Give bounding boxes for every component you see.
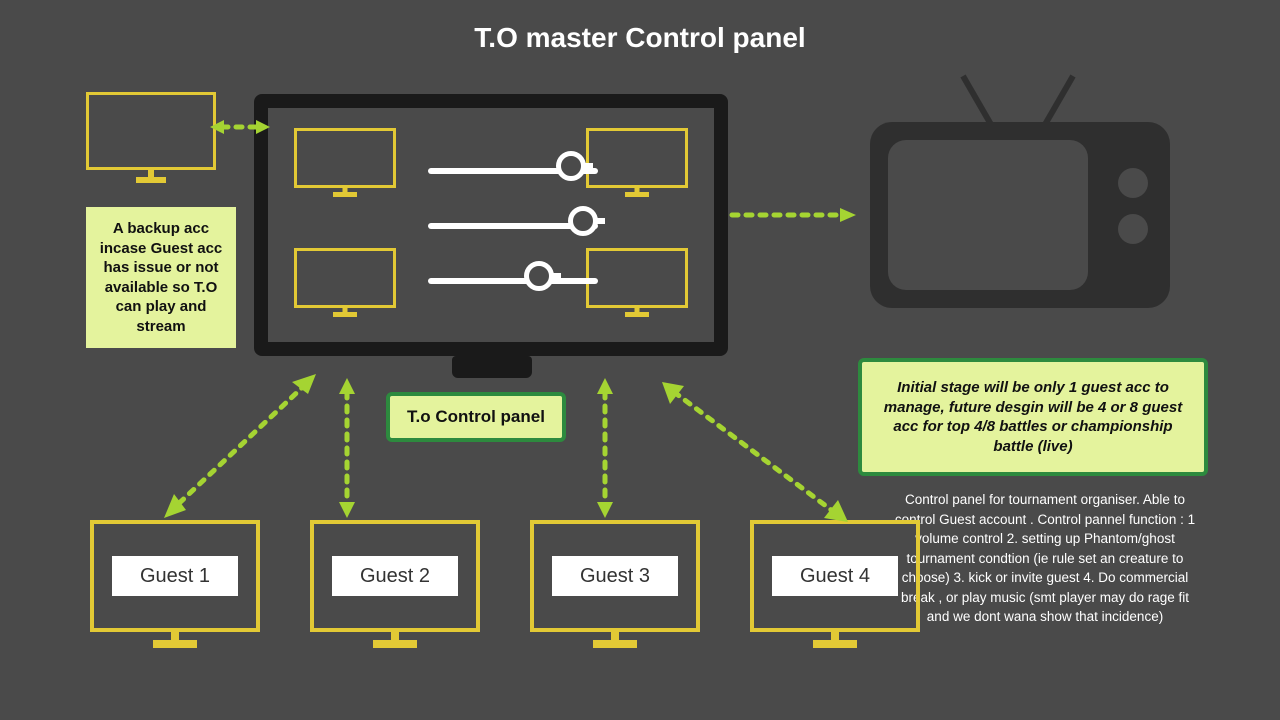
guest-label: Guest 1	[112, 556, 238, 596]
initial-stage-note: Initial stage will be only 1 guest acc t…	[858, 358, 1208, 476]
guest-monitor: Guest 4	[750, 520, 920, 632]
tv-icon	[870, 86, 1170, 308]
arrow-icon	[332, 378, 362, 518]
guest-label: Guest 4	[772, 556, 898, 596]
thumb-icon	[294, 128, 396, 188]
slider-icon	[428, 168, 598, 174]
slider-icon	[428, 223, 598, 229]
thumb-icon	[586, 248, 688, 308]
arrow-icon	[158, 372, 318, 522]
master-monitor-stand	[452, 356, 532, 378]
guest-monitor: Guest 1	[90, 520, 260, 632]
guest-label: Guest 2	[332, 556, 458, 596]
thumb-icon	[294, 248, 396, 308]
slider-icon	[428, 278, 598, 284]
guest-monitor: Guest 2	[310, 520, 480, 632]
guest-monitor: Guest 3	[530, 520, 700, 632]
control-panel-label: T.o Control panel	[386, 392, 566, 442]
backup-note: A backup acc incase Guest acc has issue …	[86, 207, 236, 348]
arrow-icon	[726, 200, 856, 230]
arrow-icon	[660, 378, 850, 528]
backup-monitor-icon	[86, 92, 216, 170]
master-monitor	[254, 94, 728, 356]
page-title: T.O master Control panel	[0, 22, 1280, 54]
thumb-icon	[586, 128, 688, 188]
guest-label: Guest 3	[552, 556, 678, 596]
arrow-icon	[590, 378, 620, 518]
explanation-text: Control panel for tournament organiser. …	[890, 490, 1200, 627]
